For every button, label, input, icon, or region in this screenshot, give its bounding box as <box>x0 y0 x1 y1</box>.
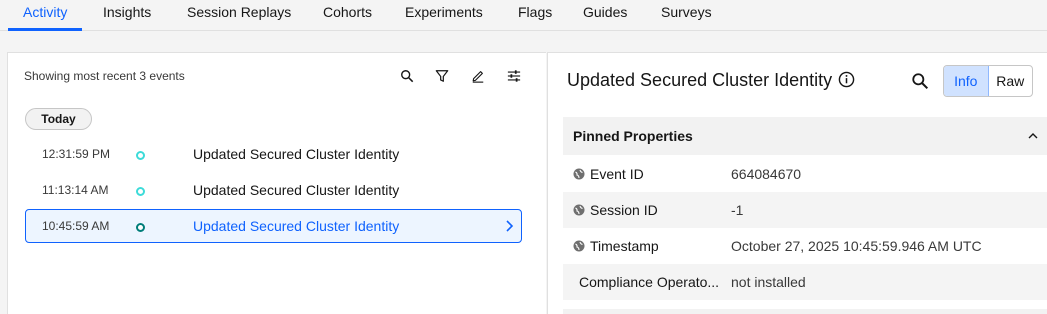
event-time: 12:31:59 PM <box>42 147 111 161</box>
event-row-selected[interactable]: 10:45:59 AM Updated Secured Cluster Iden… <box>25 209 522 243</box>
property-key: Session ID <box>590 202 658 218</box>
globe-icon <box>573 240 585 252</box>
view-mode-toggle: Info Raw <box>943 65 1033 97</box>
event-row[interactable]: 12:31:59 PM Updated Secured Cluster Iden… <box>25 137 522 171</box>
event-row[interactable]: 11:13:14 AM Updated Secured Cluster Iden… <box>25 173 522 207</box>
day-group-badge: Today <box>25 108 92 130</box>
property-row: Event ID 664084670 <box>563 156 1047 192</box>
event-detail-panel: Updated Secured Cluster Identity Info Ra… <box>547 52 1047 314</box>
event-dot-icon <box>136 151 145 160</box>
edit-icon[interactable] <box>469 67 487 85</box>
event-detail-title: Updated Secured Cluster Identity <box>567 70 855 91</box>
property-value: not installed <box>731 274 806 290</box>
property-key: Timestamp <box>590 238 659 254</box>
activity-event-list-panel: Showing most recent 3 events Today 12:31… <box>7 52 546 314</box>
tab-activity[interactable]: Activity <box>7 0 83 31</box>
tab-cohorts[interactable]: Cohorts <box>323 0 372 31</box>
tab-flags[interactable]: Flags <box>518 0 552 31</box>
property-row: Compliance Operato... not installed <box>563 264 1047 300</box>
property-key: Compliance Operato... <box>579 274 720 290</box>
tab-insights[interactable]: Insights <box>103 0 151 31</box>
chevron-right-icon <box>506 220 514 232</box>
event-name: Updated Secured Cluster Identity <box>193 218 400 234</box>
event-name: Updated Secured Cluster Identity <box>193 182 400 198</box>
info-view-button[interactable]: Info <box>944 66 989 96</box>
tab-surveys[interactable]: Surveys <box>661 0 712 31</box>
search-icon[interactable] <box>398 67 416 85</box>
tab-session-replays[interactable]: Session Replays <box>187 0 291 31</box>
event-name: Updated Secured Cluster Identity <box>193 146 400 162</box>
event-time: 10:45:59 AM <box>42 219 110 233</box>
property-value: October 27, 2025 10:45:59.946 AM UTC <box>731 238 982 254</box>
property-row: Session ID -1 <box>563 192 1047 228</box>
tab-experiments[interactable]: Experiments <box>405 0 483 31</box>
section-title: Pinned Properties <box>573 128 693 144</box>
event-dot-icon <box>136 187 145 196</box>
top-tab-bar: Activity Insights Session Replays Cohort… <box>0 0 1047 31</box>
property-row: Timestamp October 27, 2025 10:45:59.946 … <box>563 228 1047 264</box>
chevron-up-icon <box>1028 133 1038 139</box>
property-key: Event ID <box>590 166 644 182</box>
event-count-summary: Showing most recent 3 events <box>24 69 185 83</box>
next-section-header <box>563 309 1047 314</box>
event-time: 11:13:14 AM <box>42 183 109 197</box>
property-value: 664084670 <box>731 166 802 182</box>
event-dot-icon <box>136 223 145 232</box>
tab-guides[interactable]: Guides <box>583 0 627 31</box>
search-icon[interactable] <box>911 72 929 90</box>
globe-icon <box>573 204 585 216</box>
pinned-properties-header[interactable]: Pinned Properties <box>563 117 1047 155</box>
globe-icon <box>573 168 585 180</box>
raw-view-button[interactable]: Raw <box>989 66 1033 96</box>
property-value: -1 <box>731 202 744 218</box>
filter-icon[interactable] <box>433 67 451 85</box>
info-icon[interactable] <box>838 71 855 88</box>
settings-sliders-icon[interactable] <box>505 67 523 85</box>
event-detail-title-text: Updated Secured Cluster Identity <box>567 70 833 90</box>
